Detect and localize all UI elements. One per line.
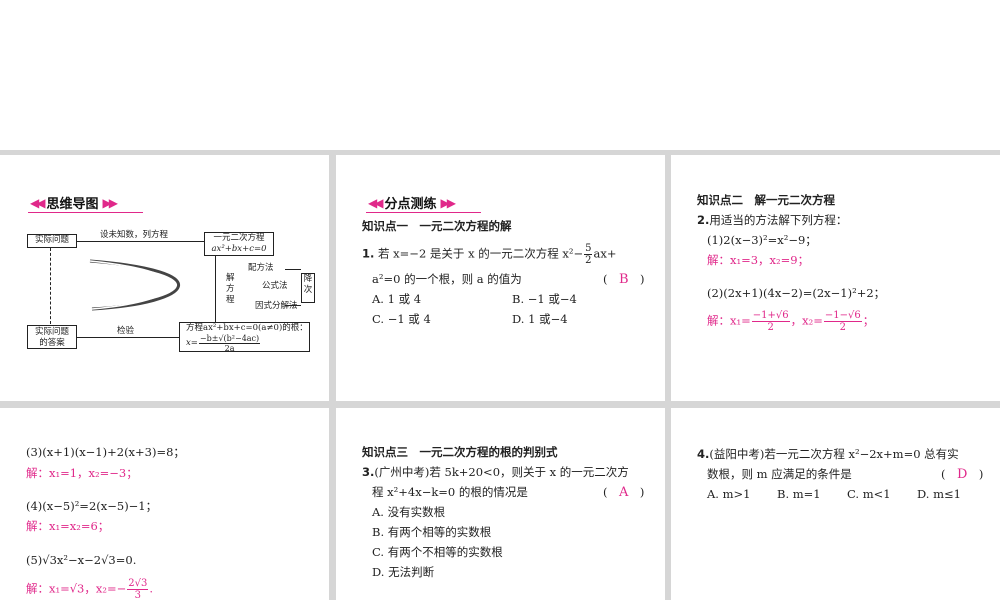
mm-bracket-top	[285, 269, 301, 270]
mm-bracket-bottom	[285, 305, 301, 306]
q1-option-b[interactable]: B. −1 或−4	[512, 291, 577, 307]
panel-section2[interactable]: 知识点二 解一元二次方程 2.用适当的方法解下列方程： (1)2(x−3)²=x…	[671, 155, 1000, 401]
q1-option-d[interactable]: D. 1 或−4	[512, 311, 568, 327]
mm-methods-label: 解方程	[226, 273, 235, 305]
mm-check-label: 检验	[117, 326, 135, 336]
q3-line2: 程 x²+4x−k=0 的根的情况是	[372, 485, 528, 499]
section-tag: ◀◀ 分点测练 ▶▶	[368, 193, 456, 213]
tag-underline	[28, 212, 143, 213]
chevron-right-icon: ▶▶	[102, 195, 118, 210]
mm-roots-box: 方程ax²+bx+c=0(a≠0)的根： x= −b±√(b²−4ac) 2a	[179, 322, 310, 353]
panel-section5[interactable]: 4.(益阳中考)若一元二次方程 x²−2x+m=0 总有实 数根，则 m 应满足…	[671, 408, 1000, 600]
tag-underline	[366, 212, 481, 213]
mm-set-unknown-label: 设未知数，列方程	[100, 230, 169, 240]
q1-answer-bracket: ( B )	[603, 272, 645, 287]
q2-eq4: (4)(x−5)²=2(x−5)−1；	[26, 499, 158, 513]
q3-option-c[interactable]: C. 有两个不相等的实数根	[372, 544, 503, 560]
q2-sol1: 解：x₁=3，x₂=9；	[707, 253, 810, 267]
q4-option-b[interactable]: B. m=1	[777, 486, 821, 502]
q2-eq3: (3)(x+1)(x−1)+2(x+3)=8；	[26, 445, 185, 459]
panel-mindmap[interactable]: ◀◀ 思维导图 ▶▶ 实际问题 设未知数，列方程 一元二次方程 ax²+bx+c…	[0, 155, 329, 401]
mm-completing-label: 配方法	[248, 263, 274, 273]
mm-actual-problem: 实际问题	[27, 234, 77, 248]
q4-line2: 数根，则 m 应满足的条件是	[707, 467, 852, 481]
kp3-title: 知识点三 一元二次方程的根的判别式	[362, 445, 558, 459]
mm-arrow-line	[77, 241, 204, 242]
mm-curve-arrow	[89, 259, 181, 311]
mm-vertical-line	[215, 256, 216, 322]
panel-section3[interactable]: (3)(x+1)(x−1)+2(x+3)=8； 解：x₁=1，x₂=−3； (4…	[0, 408, 329, 600]
q2-sol4: 解：x₁=x₂=6；	[26, 519, 110, 533]
panel-section4[interactable]: 知识点三 一元二次方程的根的判别式 3.(广州中考)若 5k+20<0，则关于 …	[336, 408, 665, 600]
q4-option-a[interactable]: A. m>1	[707, 486, 750, 502]
q4-answer: D	[957, 467, 968, 482]
mindmap-tag: ◀◀ 思维导图 ▶▶	[30, 193, 118, 213]
q2-eq2: (2)(2x+1)(4x−2)=(2x−1)²+2；	[707, 286, 886, 300]
panel-section1[interactable]: ◀◀ 分点测练 ▶▶ 知识点一 一元二次方程的解 1. 若 x=−2 是关于 x…	[336, 155, 665, 401]
mindmap-tag-label: 思维导图	[46, 197, 99, 212]
q3-answer-bracket: ( A )	[603, 485, 645, 500]
q2-eq5: (5)√3x²−x−2√3=0.	[26, 553, 137, 567]
q2-text: 2.用适当的方法解下列方程：	[697, 213, 848, 227]
q1-line2: a²=0 的一个根，则 a 的值为	[372, 272, 522, 286]
mm-answer-box: 实际问题的答案	[27, 325, 77, 349]
q1-option-c[interactable]: C. −1 或 4	[372, 311, 431, 327]
chevron-left-icon: ◀◀	[368, 195, 384, 210]
chevron-left-icon: ◀◀	[30, 195, 46, 210]
mm-dashed-line	[50, 248, 51, 324]
q3-line1: 3.(广州中考)若 5k+20<0，则关于 x 的一元二次方	[362, 465, 629, 479]
mm-factor-label: 因式分解法	[255, 301, 298, 311]
kp1-title: 知识点一 一元二次方程的解	[362, 219, 512, 233]
mm-check-arrow	[77, 337, 179, 338]
q1-line1: 1. 若 x=−2 是关于 x 的一元二次方程 x²− 5 2 ax+	[362, 243, 617, 266]
q2-sol3: 解：x₁=1，x₂=−3；	[26, 466, 138, 480]
q2-sol5: 解：x₁=√3，x₂=− 2√3 3.	[26, 578, 154, 600]
top-blank-area	[0, 0, 1000, 150]
chevron-right-icon: ▶▶	[440, 195, 456, 210]
q1-answer: B	[619, 272, 629, 287]
mm-formula-label: 公式法	[262, 281, 288, 291]
section-tag-label: 分点测练	[384, 197, 437, 212]
q3-option-a[interactable]: A. 没有实数根	[372, 504, 445, 520]
q3-answer: A	[619, 485, 629, 500]
q1-option-a[interactable]: A. 1 或 4	[372, 291, 421, 307]
q4-option-c[interactable]: C. m<1	[847, 486, 891, 502]
q3-option-b[interactable]: B. 有两个相等的实数根	[372, 524, 491, 540]
q4-option-d[interactable]: D. m≤1	[917, 486, 961, 502]
kp2-title: 知识点二 解一元二次方程	[697, 193, 835, 207]
q4-answer-bracket: ( D )	[941, 467, 984, 482]
q3-option-d[interactable]: D. 无法判断	[372, 564, 434, 580]
q2-sol2: 解：x₁= −1+√6 2 ，x₂= −1−√6 2；	[707, 310, 875, 333]
mm-reduce-degree: 降次	[301, 273, 315, 303]
q4-line1: 4.(益阳中考)若一元二次方程 x²−2x+m=0 总有实	[697, 447, 959, 461]
mm-equation-box: 一元二次方程 ax²+bx+c=0	[204, 232, 274, 256]
q2-eq1: (1)2(x−3)²=x²−9；	[707, 233, 817, 247]
